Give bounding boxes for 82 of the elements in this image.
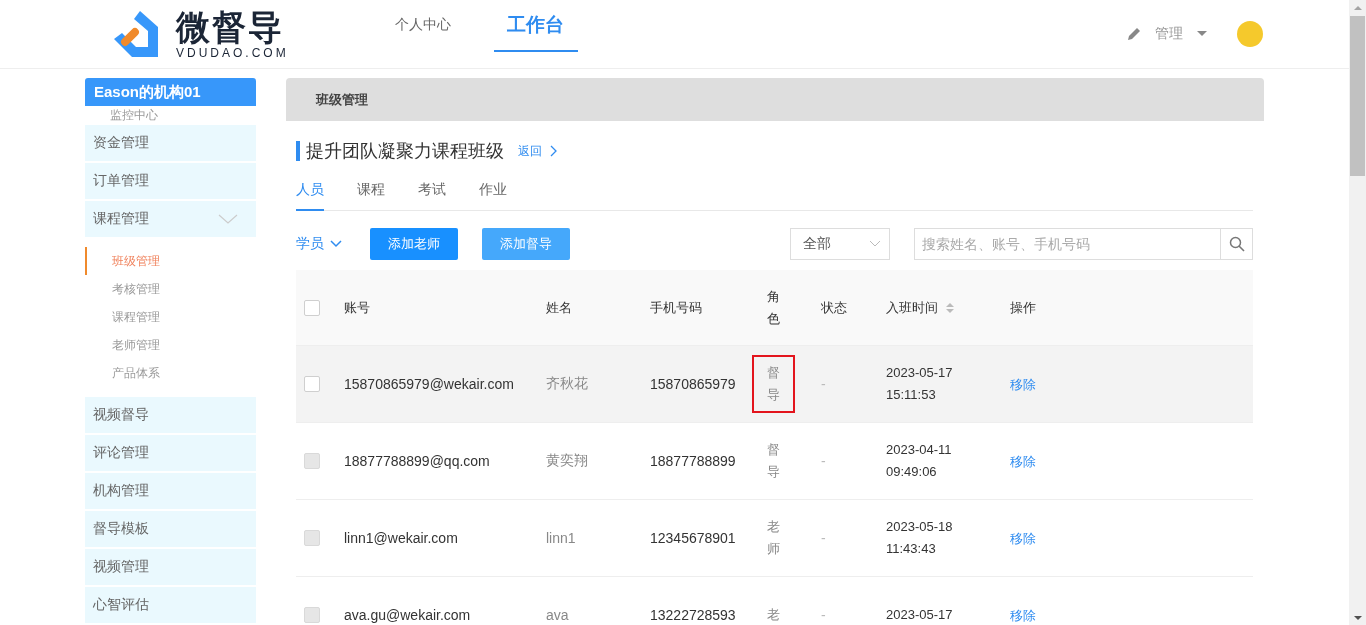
name-cell-text: 黄奕翔 (546, 452, 589, 470)
tab[interactable]: 课程 (357, 174, 385, 211)
status-cell-text: - (821, 607, 827, 623)
account-cell-text: linn1@wekair.com (344, 530, 459, 546)
account-cell-text: ava.gu@wekair.com (344, 607, 472, 623)
tab[interactable]: 作业 (479, 174, 507, 211)
status-cell-text: - (821, 453, 827, 469)
organization-title: Eason的机构01 (85, 78, 256, 107)
back-link[interactable]: 返回 (518, 142, 558, 160)
row-checkbox[interactable] (304, 376, 320, 392)
class-title: 提升团队凝聚力课程班级 (296, 141, 504, 161)
phone-cell-text: 18877788899 (650, 453, 737, 469)
role-cell-text: 老 (767, 606, 780, 624)
add-button[interactable]: 添加督导 (482, 228, 570, 260)
column-header: 状态 (821, 298, 848, 317)
sidebar-item[interactable]: 督导模板 (85, 511, 256, 547)
sidebar-item[interactable]: 订单管理 (85, 163, 256, 199)
column-header: 账号 (344, 298, 371, 317)
sidebar-item[interactable]: 课程管理 (85, 201, 256, 237)
column-header: 操作 (1010, 298, 1037, 317)
join-date: 2023-05-17 (886, 606, 954, 624)
sidebar-subitem[interactable]: 考核管理 (85, 275, 256, 303)
phone-cell-text: 12345678901 (650, 530, 737, 546)
phone-cell-text: 13222728593 (650, 607, 737, 623)
avatar[interactable] (1237, 21, 1263, 47)
column-header: 姓名 (546, 298, 573, 317)
scrollbar[interactable] (1349, 0, 1366, 625)
sidebar-item[interactable]: 评论管理 (85, 435, 256, 471)
search-field[interactable]: 搜索姓名、账号、手机号码 (914, 228, 1221, 260)
sidebar-subitem[interactable]: 班级管理 (85, 247, 256, 275)
sort-icon[interactable] (946, 301, 954, 314)
pencil-icon[interactable] (1127, 27, 1141, 41)
name-cell-text: ava (546, 607, 570, 623)
user-menu[interactable]: 管理 (1155, 25, 1183, 43)
search-icon[interactable] (1228, 236, 1245, 252)
sidebar-subitem[interactable]: 课程管理 (85, 303, 256, 331)
column-header: 手机号码 (650, 298, 703, 317)
sidebar-item[interactable]: 资金管理 (85, 125, 256, 161)
sidebar-item[interactable]: 视频管理 (85, 549, 256, 585)
account-cell-text: 15870865979@wekair.com (344, 376, 515, 392)
select-all-checkbox[interactable] (304, 299, 320, 316)
sidebar-item[interactable]: 视频督导 (85, 397, 256, 433)
status-cell-text: - (821, 530, 827, 546)
phone-cell-text: 15870865979 (650, 376, 737, 392)
add-button[interactable]: 添加老师 (370, 228, 458, 260)
join-date: 2023-04-11 (886, 441, 953, 459)
chevron-right-icon[interactable] (550, 145, 558, 157)
nav-tab[interactable]: 个人中心 (366, 0, 479, 52)
nav-tab[interactable]: 工作台 (493, 0, 578, 52)
join-date: 2023-05-18 (886, 518, 954, 536)
tab[interactable]: 考试 (418, 174, 446, 211)
remove-link[interactable]: 移除 (1010, 530, 1036, 546)
column-header: 角色 (767, 287, 780, 328)
join-time: 09:49:06 (886, 463, 938, 481)
breadcrumb-bar: 班级管理 (286, 78, 1264, 121)
role-cell-text: 老师 (767, 518, 780, 558)
logo-subtitle: VDUDAO.COM (176, 46, 289, 60)
name-cell-text: linn1 (546, 530, 577, 546)
chevron-down-icon[interactable] (330, 240, 342, 248)
join-time: 15:11:53 (886, 386, 937, 404)
role-cell: 督导 (752, 355, 795, 413)
status-cell-text: - (821, 376, 827, 392)
logo-text: 微督导 (176, 8, 285, 46)
sidebar-subitem[interactable]: 老师管理 (85, 331, 256, 359)
remove-link[interactable]: 移除 (1010, 453, 1036, 469)
chevron-down-icon[interactable] (869, 240, 881, 248)
sidebar-item[interactable]: 机构管理 (85, 473, 256, 509)
join-time: 11:43:43 (886, 540, 937, 558)
name-cell-text: 齐秋花 (546, 375, 589, 393)
role-cell-text: 督导 (767, 441, 780, 481)
remove-link[interactable]: 移除 (1010, 376, 1036, 392)
sidebar-item[interactable]: 心智评估 (85, 587, 256, 623)
sidebar-subitem[interactable]: 产品体系 (85, 359, 256, 387)
role-filter[interactable]: 学员 (296, 235, 370, 253)
account-cell-text: 18877788899@qq.com (344, 453, 491, 469)
column-header[interactable]: 入班时间 (886, 298, 938, 317)
status-select[interactable]: 全部 (790, 228, 890, 260)
search-button[interactable] (1221, 228, 1253, 260)
join-date: 2023-05-17 (886, 364, 954, 382)
remove-link[interactable]: 移除 (1010, 607, 1036, 623)
tab[interactable]: 人员 (296, 174, 324, 211)
caret-icon[interactable] (1197, 31, 1207, 37)
